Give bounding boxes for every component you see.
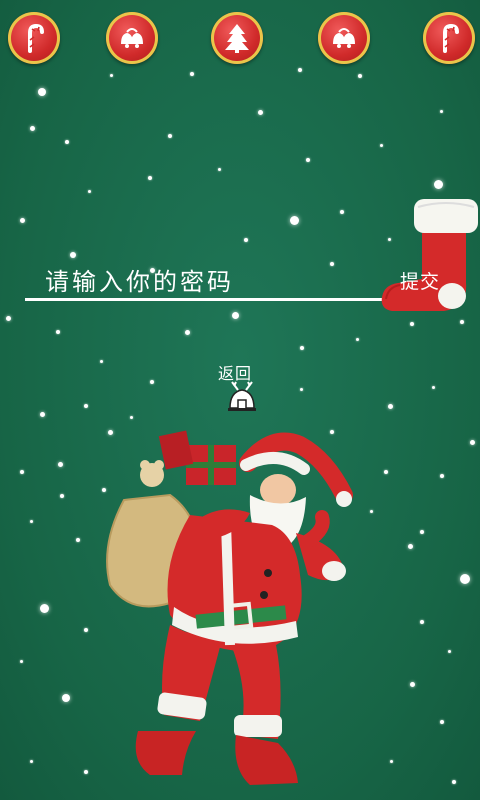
bells-icon	[333, 28, 355, 48]
snowflake	[30, 126, 35, 131]
snowflake	[244, 238, 248, 242]
submit-label: 提交	[400, 271, 441, 293]
snowflake	[40, 412, 45, 417]
snowflake	[448, 650, 451, 653]
snowflake	[62, 694, 70, 702]
candy-cane-button[interactable]	[8, 12, 60, 64]
snowflake	[56, 330, 60, 334]
candy-cane-icon	[443, 23, 459, 53]
snowflake	[148, 176, 152, 180]
snowflake	[130, 416, 133, 419]
password-input[interactable]	[25, 258, 389, 300]
submit-button[interactable]: 提交	[378, 195, 480, 317]
password-underline	[25, 298, 405, 301]
snowflake	[388, 404, 393, 409]
snowflake	[20, 218, 25, 223]
snowflake	[420, 620, 424, 624]
snowflake	[185, 330, 190, 335]
snowflake	[190, 72, 194, 76]
snowflake	[432, 386, 435, 389]
snowflake	[390, 760, 393, 763]
snowflake	[110, 74, 113, 77]
snowflake	[460, 320, 464, 324]
snowflake	[300, 388, 303, 391]
snowflake	[232, 312, 239, 319]
bells-button-2[interactable]	[318, 12, 370, 64]
snowflake	[340, 210, 344, 214]
snowflake	[370, 510, 373, 513]
snowflake	[306, 158, 310, 162]
snowflake	[88, 190, 91, 193]
snowflake	[150, 380, 154, 384]
stocking-icon	[381, 199, 478, 311]
bells-icon	[121, 28, 143, 48]
santa-illustration	[106, 430, 353, 785]
snowflake	[6, 316, 11, 321]
snowflake	[460, 574, 470, 584]
snowflake	[30, 760, 33, 763]
reindeer-back-icon	[228, 381, 256, 411]
snowflake	[100, 360, 103, 363]
snowflake	[384, 470, 388, 474]
snowflake	[470, 440, 475, 445]
snowflake	[420, 530, 424, 534]
snowflake	[38, 88, 46, 96]
snowflake	[380, 144, 383, 147]
snowflake	[440, 110, 443, 113]
snowflake	[218, 168, 221, 171]
snowflake	[65, 140, 69, 144]
screen-background: 请输入你的密码 提交 返回	[0, 0, 480, 800]
snowflake	[20, 470, 24, 474]
snowflake	[452, 780, 456, 784]
snowflake	[76, 538, 80, 542]
back-button[interactable]: 返回	[214, 356, 270, 418]
candy-cane-icon	[28, 23, 44, 53]
christmas-tree-button[interactable]	[211, 12, 263, 64]
snowflake	[84, 628, 88, 632]
christmas-tree-icon	[225, 24, 249, 53]
bells-button[interactable]	[106, 12, 158, 64]
snowflake	[410, 682, 415, 687]
snowflake	[84, 770, 88, 774]
snowflake	[300, 346, 304, 350]
snowflake	[290, 216, 299, 225]
snowflake	[168, 134, 172, 138]
snowflake	[358, 74, 362, 78]
snowflake	[440, 474, 444, 478]
snowflake	[434, 180, 443, 189]
snowflake	[410, 322, 414, 326]
snowflake	[408, 544, 413, 549]
snowflake	[20, 660, 23, 663]
candy-cane-button-2[interactable]	[423, 12, 475, 64]
snowflake	[30, 520, 33, 523]
snowflake	[58, 462, 63, 467]
snowflake	[84, 404, 88, 408]
snowflake	[60, 494, 64, 498]
snowflake	[440, 720, 444, 724]
snowflake	[298, 68, 302, 72]
snowflake	[258, 110, 263, 115]
snowflake	[356, 338, 359, 341]
snowflake	[40, 604, 49, 613]
